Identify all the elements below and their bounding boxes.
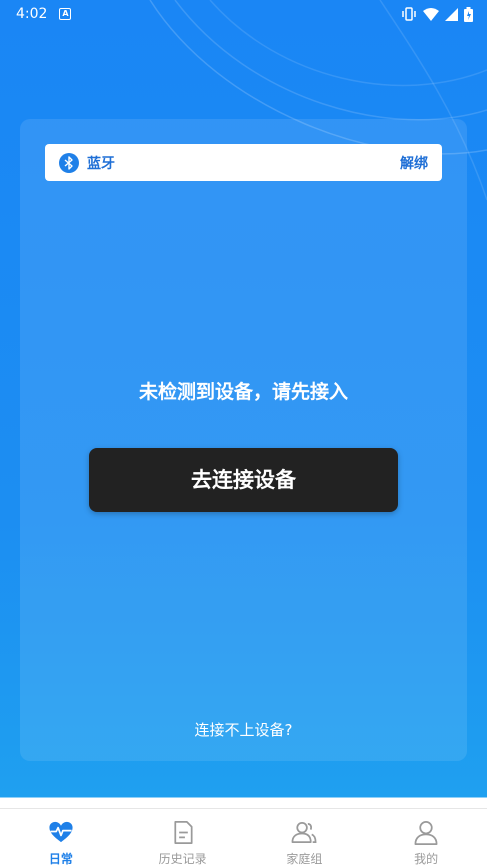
heartbeat-icon: [49, 821, 73, 843]
nav-item-history[interactable]: 历史记录: [122, 809, 244, 867]
cannot-connect-link[interactable]: 连接不上设备?: [20, 719, 467, 740]
nav-label-history: 历史记录: [158, 852, 207, 866]
nav-item-family[interactable]: 家庭组: [244, 809, 366, 867]
nav-label-mine: 我的: [414, 852, 439, 866]
bluetooth-icon: [59, 152, 79, 173]
bottom-navigation: 日常 历史记录 家庭组 我的: [0, 808, 487, 867]
app-notification-icon: A: [59, 8, 72, 20]
bluetooth-bar: 蓝牙 解绑: [45, 144, 442, 181]
document-icon: [174, 821, 193, 844]
nav-label-family: 家庭组: [286, 852, 323, 866]
no-device-message: 未检测到设备，请先接入: [138, 381, 348, 403]
connect-device-button[interactable]: 去连接设备: [89, 448, 398, 512]
bluetooth-label: 蓝牙: [87, 155, 115, 172]
nav-label-daily: 日常: [48, 852, 73, 866]
status-bar: 4:02 A: [0, 0, 487, 28]
status-time: 4:02: [16, 6, 48, 22]
signal-icon: [445, 7, 458, 21]
device-card: 蓝牙 解绑 未检测到设备，请先接入 去连接设备 连接不上设备?: [20, 119, 467, 761]
nav-item-daily[interactable]: 日常: [0, 809, 122, 867]
battery-icon: [464, 6, 473, 22]
person-icon: [414, 821, 438, 845]
vibrate-icon: [402, 7, 416, 21]
unbind-button[interactable]: 解绑: [400, 153, 428, 173]
group-icon: [291, 821, 317, 844]
nav-item-mine[interactable]: 我的: [365, 809, 487, 867]
wifi-icon: [423, 7, 439, 21]
